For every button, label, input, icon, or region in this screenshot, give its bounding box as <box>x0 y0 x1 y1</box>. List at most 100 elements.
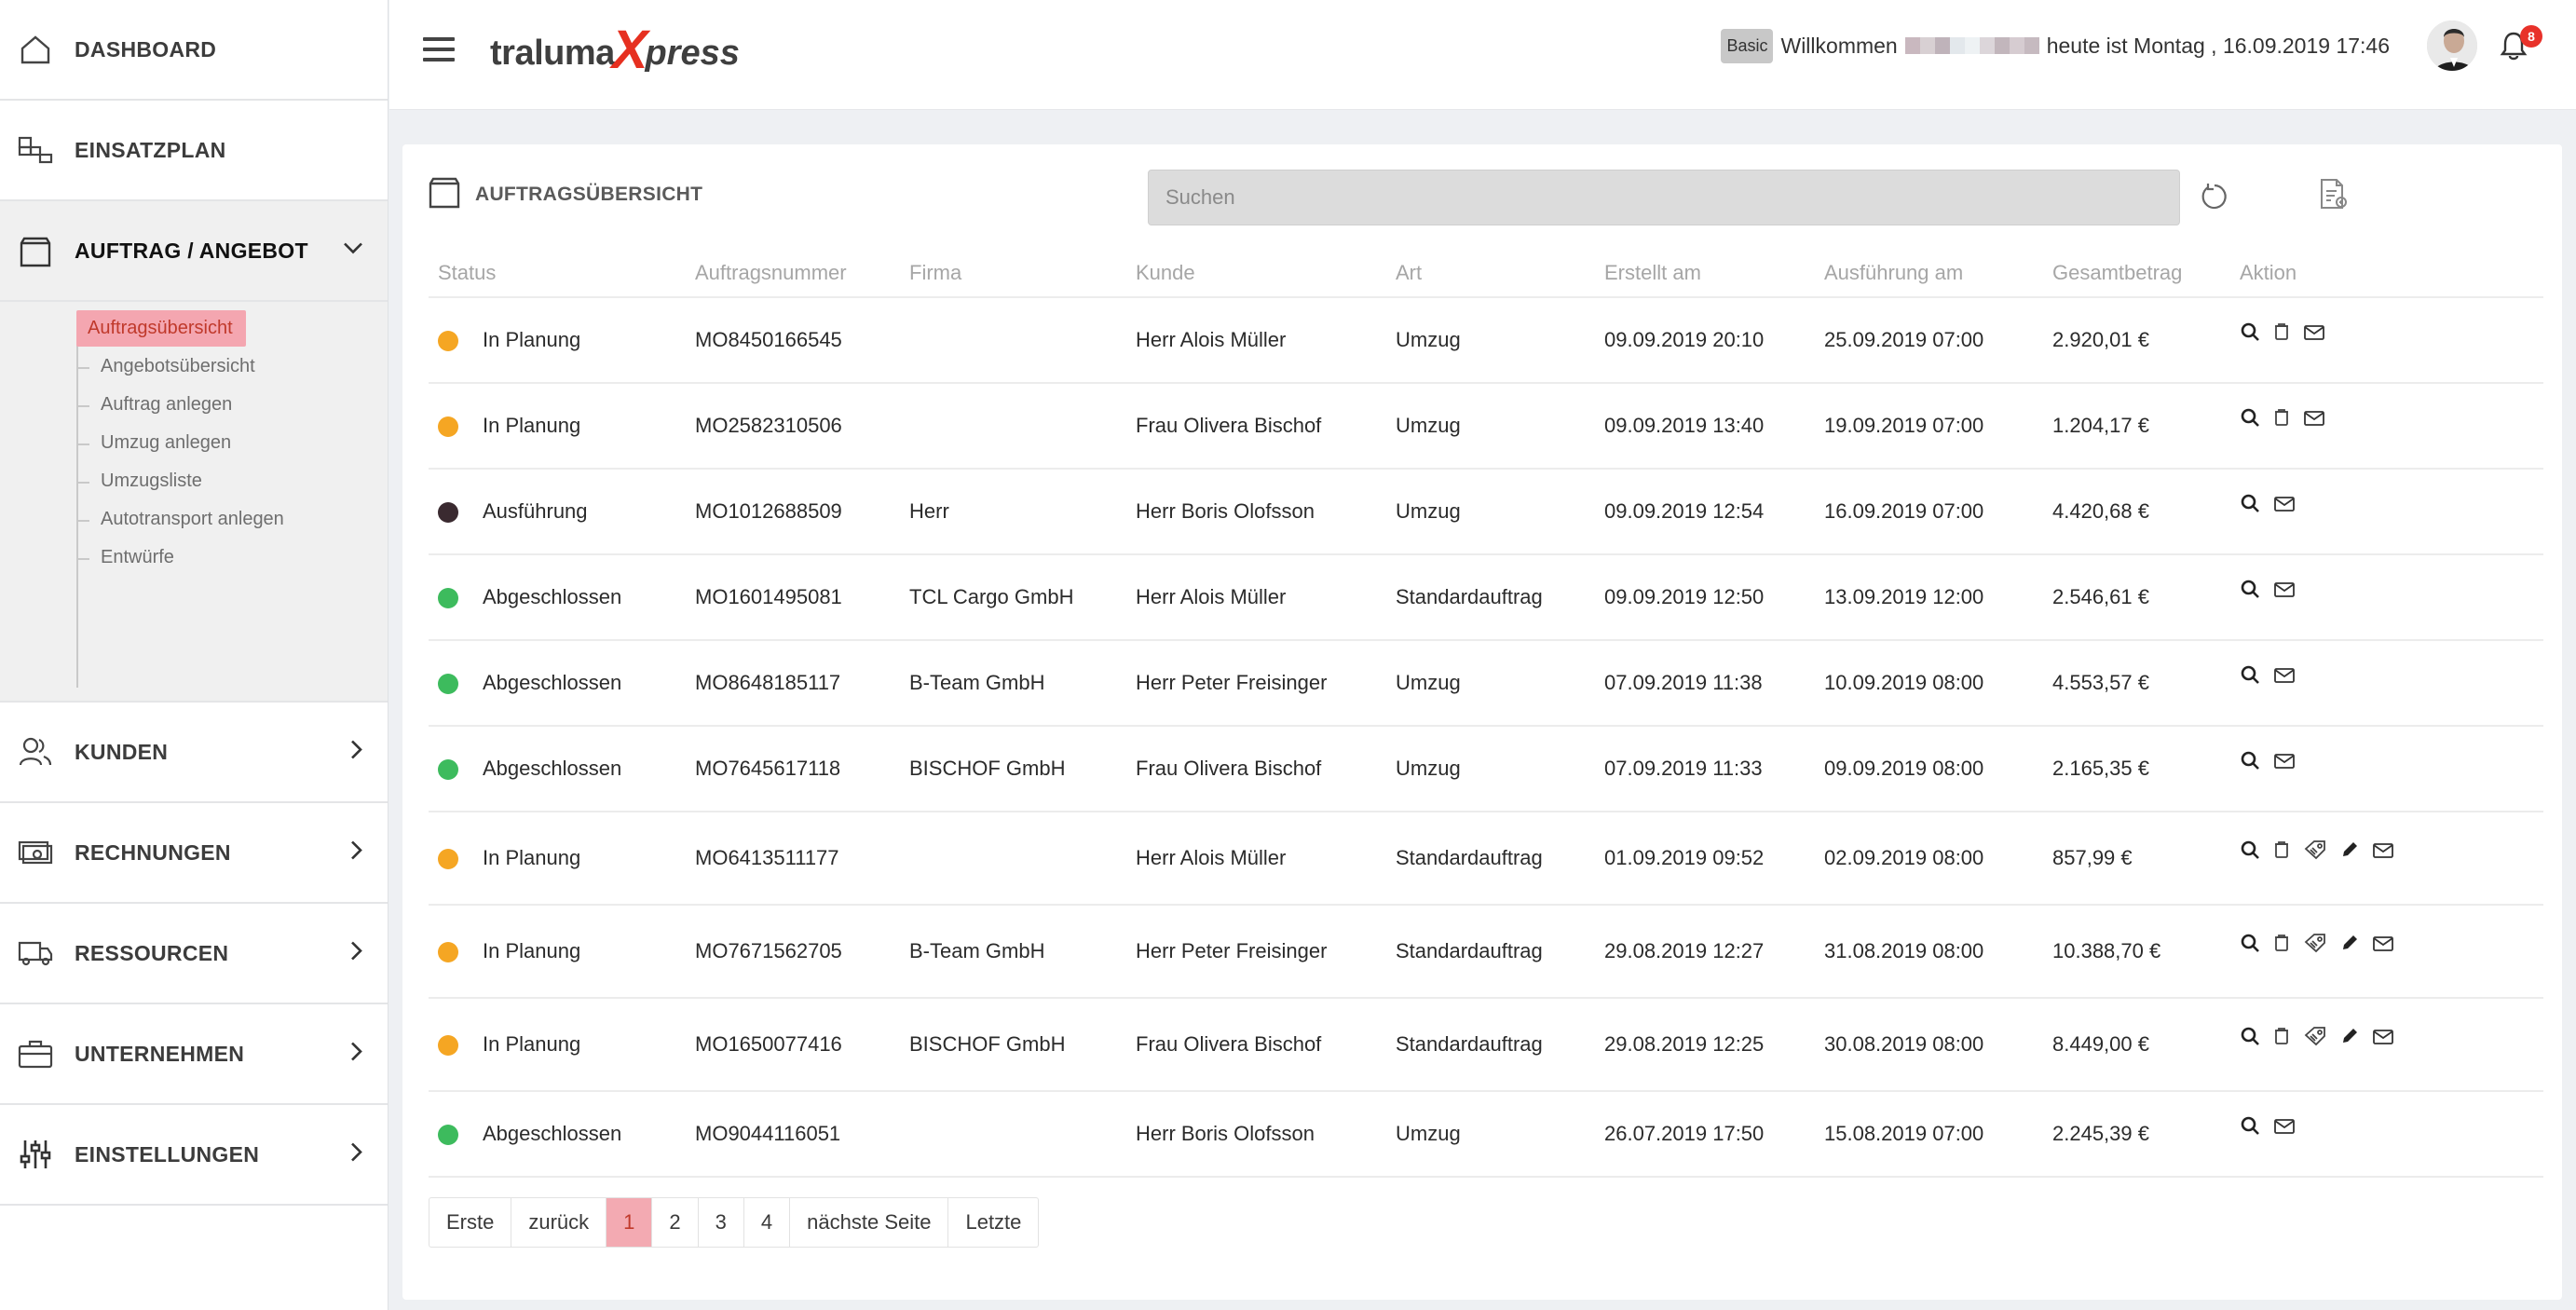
cell-erstellt: 29.08.2019 12:27 <box>1595 905 1815 999</box>
mail-icon[interactable] <box>2273 665 2296 689</box>
subnav-auftrag-anlegen[interactable]: Auftrag anlegen <box>0 386 388 424</box>
column-header-firma[interactable]: Firma <box>900 249 1126 298</box>
search-icon[interactable] <box>2240 1026 2260 1052</box>
app-logo[interactable]: traluma X press <box>490 20 740 86</box>
mail-icon[interactable] <box>2273 494 2296 518</box>
search-icon[interactable] <box>2240 664 2260 690</box>
search-input[interactable] <box>1148 170 2180 225</box>
chevron-right-icon[interactable] <box>350 941 363 966</box>
table-row[interactable]: Abgeschlossen MO1601495081 TCL Cargo GmbH H… <box>429 554 2543 641</box>
cell-kunde: Herr Peter Freisinger <box>1126 640 1386 727</box>
table-row[interactable]: Ausführung MO1012688509 Herr Herr Boris Olo… <box>429 469 2543 555</box>
tag-icon[interactable] <box>2303 1026 2327 1052</box>
cell-erstellt: 07.09.2019 11:33 <box>1595 726 1815 812</box>
nav-einstellungen[interactable]: EINSTELLUNGEN <box>0 1105 388 1206</box>
column-header-status[interactable]: Status <box>429 249 686 298</box>
nav-rechnungen[interactable]: RECHNUNGEN <box>0 803 388 904</box>
top-header: traluma X press Basic Willkommen heute i… <box>389 0 2576 110</box>
nav-auftrag-angebot[interactable]: AUFTRAG / ANGEBOT <box>0 201 388 302</box>
mail-icon[interactable] <box>2303 322 2325 347</box>
subnav-autotransport-anlegen[interactable]: Autotransport anlegen <box>0 500 388 539</box>
tag-icon[interactable] <box>2303 839 2327 866</box>
table-row[interactable]: Abgeschlossen MO7645617118 BISCHOF GmbH Fra… <box>429 726 2543 812</box>
pager-page-1[interactable]: 1 <box>607 1198 653 1247</box>
bell-icon[interactable]: 8 <box>2500 25 2542 61</box>
trash-icon[interactable] <box>2273 840 2290 865</box>
mail-icon[interactable] <box>2303 408 2325 432</box>
trash-icon[interactable] <box>2273 322 2290 347</box>
table-row[interactable]: In Planung MO8450166545 Herr Alois Müller U… <box>429 297 2543 384</box>
menu-toggle-icon[interactable] <box>423 37 455 65</box>
pager-first[interactable]: Erste <box>429 1198 512 1247</box>
pager-last[interactable]: Letzte <box>948 1198 1038 1247</box>
subnav-entwuerfe[interactable]: Entwürfe <box>0 539 388 577</box>
mail-icon[interactable] <box>2372 1027 2394 1051</box>
column-header-auftragsnummer[interactable]: Auftragsnummer <box>686 249 900 298</box>
subnav-umzugsliste[interactable]: Umzugsliste <box>0 462 388 500</box>
column-header-erstellt[interactable]: Erstellt am <box>1595 249 1815 298</box>
trash-icon[interactable] <box>2273 934 2290 958</box>
search-icon[interactable] <box>2240 933 2260 959</box>
pencil-icon[interactable] <box>2340 840 2359 865</box>
column-header-kunde[interactable]: Kunde <box>1126 249 1386 298</box>
pencil-icon[interactable] <box>2340 1027 2359 1051</box>
chevron-right-icon[interactable] <box>350 1042 363 1067</box>
pager-page-3[interactable]: 3 <box>699 1198 744 1247</box>
search-icon[interactable] <box>2240 750 2260 776</box>
subnav-auftragsuebersicht[interactable]: Auftragsübersicht <box>0 309 388 348</box>
table-row[interactable]: In Planung MO1650077416 BISCHOF GmbH Frau O… <box>429 998 2543 1092</box>
trash-icon[interactable] <box>2273 408 2290 432</box>
page-title: AUFTRAGSÜBERSICHT <box>475 184 703 205</box>
search-icon[interactable] <box>2240 321 2260 348</box>
pager-prev[interactable]: zurück <box>511 1198 607 1247</box>
table-row[interactable]: Abgeschlossen MO9044116051 Herr Boris Olof… <box>429 1091 2543 1178</box>
mail-icon[interactable] <box>2273 751 2296 775</box>
chevron-right-icon[interactable] <box>350 740 363 765</box>
search-icon[interactable] <box>2240 407 2260 433</box>
cell-gesamtbetrag: 2.920,01 € <box>2043 297 2230 384</box>
subnav-angebotsuebersicht[interactable]: Angebotsübersicht <box>0 348 388 386</box>
export-document-icon[interactable] <box>2318 178 2350 216</box>
column-header-ausfuehrung[interactable]: Ausführung am <box>1815 249 2043 298</box>
mail-icon[interactable] <box>2273 1116 2296 1140</box>
mail-icon[interactable] <box>2372 840 2394 865</box>
search-icon[interactable] <box>2240 579 2260 605</box>
pager-page-4[interactable]: 4 <box>744 1198 791 1247</box>
table-row[interactable]: In Planung MO6413511177 Herr Alois Müller S… <box>429 812 2543 906</box>
cell-firma: Herr <box>900 469 1126 555</box>
cell-kunde: Frau Olivera Bischof <box>1126 998 1386 1092</box>
mail-icon[interactable] <box>2372 934 2394 958</box>
search-icon[interactable] <box>2240 493 2260 519</box>
cell-gesamtbetrag: 1.204,17 € <box>2043 383 2230 470</box>
table-row[interactable]: In Planung MO7671562705 B-Team GmbH Herr Pe… <box>429 905 2543 999</box>
cell-aktion <box>2230 1091 2543 1178</box>
trash-icon[interactable] <box>2273 1027 2290 1051</box>
mail-icon[interactable] <box>2273 580 2296 604</box>
table-row[interactable]: In Planung MO2582310506 Frau Olivera Bisch… <box>429 383 2543 470</box>
nav-kunden[interactable]: KUNDEN <box>0 703 388 803</box>
search-icon[interactable] <box>2240 839 2260 866</box>
cell-erstellt: 29.08.2019 12:25 <box>1595 998 1815 1092</box>
pager-next[interactable]: nächste Seite <box>790 1198 949 1247</box>
tag-icon[interactable] <box>2303 933 2327 959</box>
table-row[interactable]: Abgeschlossen MO8648185117 B-Team GmbH Herr… <box>429 640 2543 727</box>
pager-page-2[interactable]: 2 <box>652 1198 699 1247</box>
pencil-icon[interactable] <box>2340 934 2359 958</box>
nav-label: RESSOURCEN <box>75 940 229 965</box>
chevron-down-icon[interactable] <box>343 242 363 260</box>
nav-dashboard[interactable]: DASHBOARD <box>0 0 388 101</box>
nav-unternehmen[interactable]: UNTERNEHMEN <box>0 1004 388 1105</box>
cell-art: Umzug <box>1386 297 1595 384</box>
chevron-right-icon[interactable] <box>350 840 363 866</box>
refresh-icon[interactable] <box>2201 182 2228 216</box>
column-header-art[interactable]: Art <box>1386 249 1595 298</box>
cell-auftragsnummer: MO1601495081 <box>686 554 900 641</box>
search-icon[interactable] <box>2240 1115 2260 1141</box>
nav-ressourcen[interactable]: RESSOURCEN <box>0 904 388 1004</box>
subnav-umzug-anlegen[interactable]: Umzug anlegen <box>0 424 388 462</box>
nav-einsatzplan[interactable]: EINSATZPLAN <box>0 101 388 201</box>
avatar[interactable] <box>2425 19 2479 73</box>
status-label: Abgeschlossen <box>483 585 622 608</box>
chevron-right-icon[interactable] <box>350 1142 363 1167</box>
column-header-gesamtbetrag[interactable]: Gesamtbetrag <box>2043 249 2230 298</box>
